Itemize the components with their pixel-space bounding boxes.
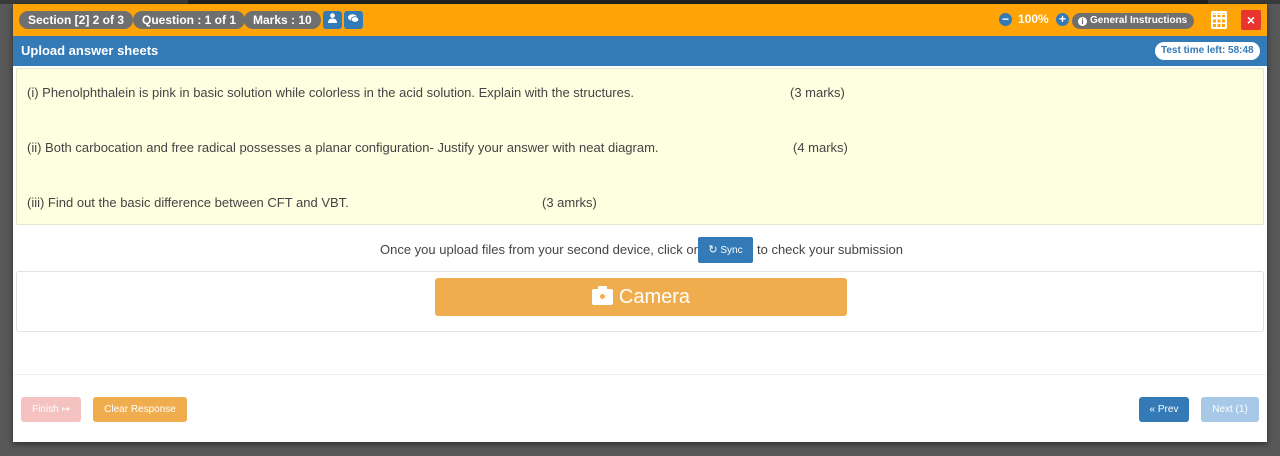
question-text: (ii) Both carbocation and free radical p… — [27, 140, 659, 155]
user-icon[interactable] — [323, 11, 342, 29]
zoom-out-button[interactable]: − — [999, 13, 1012, 26]
section-badge[interactable]: Section [2] 2 of 3 — [19, 11, 134, 29]
zoom-level: 100% — [1018, 12, 1049, 26]
question-badge[interactable]: Question : 1 of 1 — [133, 11, 246, 29]
prev-button[interactable]: « Prev — [1139, 397, 1189, 422]
page-header: Upload answer sheets Test time left: 58:… — [13, 36, 1267, 66]
camera-icon — [591, 286, 613, 305]
sign-out-icon: ↦ — [61, 404, 70, 415]
question-panel: (i) Phenolphthalein is pink in basic sol… — [16, 68, 1264, 225]
test-timer: Test time left: 58:48 — [1155, 42, 1260, 60]
clear-response-button[interactable]: Clear Response — [93, 397, 187, 422]
info-icon: i — [1078, 17, 1087, 26]
close-button[interactable]: × — [1241, 10, 1261, 30]
chat-icon[interactable] — [344, 11, 363, 29]
sync-instruction-after: to check your submission — [757, 242, 903, 257]
question-marks: (3 amrks) — [542, 195, 597, 210]
question-text: (i) Phenolphthalein is pink in basic sol… — [27, 85, 634, 100]
upload-panel: Camera — [16, 271, 1264, 332]
question-marks: (4 marks) — [793, 140, 848, 155]
sync-label: Sync — [720, 245, 743, 256]
camera-label: Camera — [618, 286, 691, 308]
finish-label: Finish — [32, 404, 59, 415]
top-bar: Section [2] 2 of 3 Question : 1 of 1 Mar… — [13, 4, 1267, 36]
finish-button[interactable]: Finish ↦ — [21, 397, 81, 422]
sync-instruction-before: Once you upload files from your second d… — [380, 242, 701, 257]
zoom-in-button[interactable]: + — [1056, 13, 1069, 26]
footer-divider — [13, 374, 1267, 375]
next-button[interactable]: Next (1) — [1201, 397, 1259, 422]
question-marks: (3 marks) — [790, 85, 845, 100]
marks-badge: Marks : 10 — [244, 11, 321, 29]
page-title: Upload answer sheets — [21, 43, 159, 58]
exam-window: Section [2] 2 of 3 Question : 1 of 1 Mar… — [13, 4, 1267, 442]
calculator-icon[interactable] — [1211, 11, 1227, 29]
refresh-icon: ↻ — [708, 244, 718, 256]
general-instructions-label: General Instructions — [1090, 15, 1188, 26]
general-instructions-button[interactable]: i General Instructions — [1072, 13, 1195, 29]
question-text: (iii) Find out the basic difference betw… — [27, 195, 349, 210]
sync-button[interactable]: ↻ Sync — [698, 237, 753, 263]
camera-button[interactable]: Camera — [435, 278, 847, 316]
